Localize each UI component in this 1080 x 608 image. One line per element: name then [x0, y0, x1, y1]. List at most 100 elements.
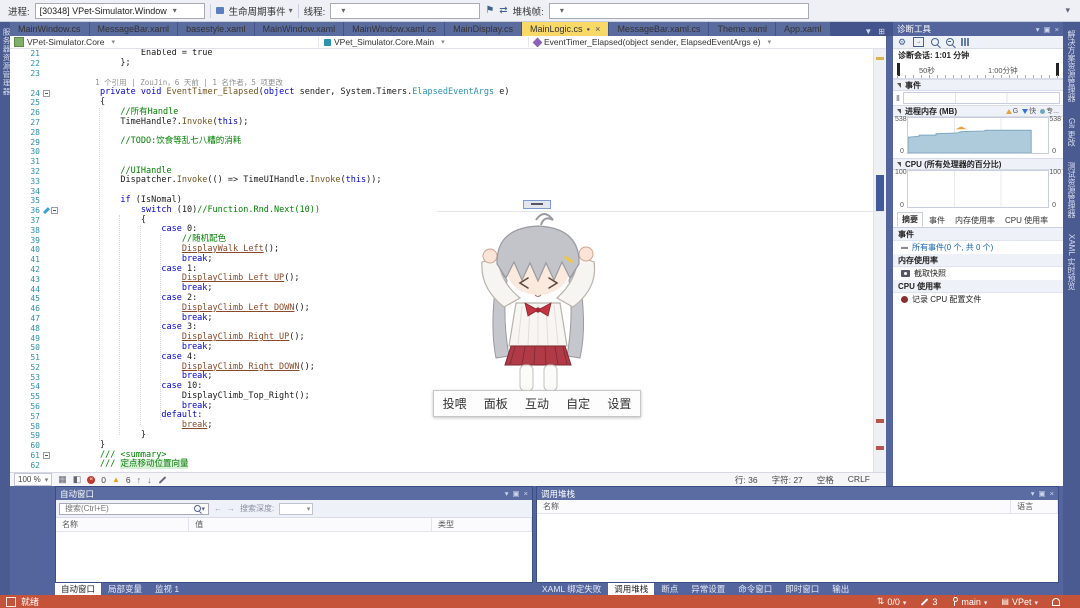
- document-tab[interactable]: MessageBar.xaml: [89, 22, 178, 36]
- document-tab[interactable]: App.xaml: [775, 22, 830, 36]
- line-ending-indicator[interactable]: CRLF: [848, 474, 870, 486]
- panel-tab[interactable]: 即时窗口: [779, 583, 825, 595]
- close-tab-icon[interactable]: [590, 22, 600, 36]
- lifecycle-events-button[interactable]: 生命周期事件: [229, 4, 293, 18]
- search-depth-combo[interactable]: [279, 502, 314, 515]
- forward-icon[interactable]: →: [227, 504, 235, 513]
- document-tab[interactable]: MainDisplay.cs: [445, 22, 522, 36]
- panel-tab[interactable]: 异常设置: [685, 583, 731, 595]
- zoom-out-icon[interactable]: [946, 38, 955, 46]
- column-header[interactable]: 语言: [1011, 500, 1058, 513]
- column-header[interactable]: 类型: [432, 518, 532, 531]
- zoom-in-icon[interactable]: [931, 38, 940, 46]
- events-track-area[interactable]: [902, 92, 1060, 104]
- tab-list-dropdown-icon[interactable]: ▼: [864, 27, 872, 36]
- close-icon[interactable]: ×: [524, 489, 528, 498]
- fold-collapse-icon[interactable]: [51, 207, 58, 215]
- panel-tab[interactable]: 断点: [655, 583, 684, 595]
- fold-collapse-icon[interactable]: [43, 452, 50, 460]
- process-combo[interactable]: [30348] VPet-Simulator.Window: [34, 2, 205, 19]
- prev-issue-icon[interactable]: ↑: [137, 475, 142, 485]
- document-tab[interactable]: Theme.xaml: [709, 22, 775, 36]
- window-menu-icon[interactable]: ▾: [1031, 489, 1035, 498]
- cpu-section-header[interactable]: CPU (所有处理器的百分比): [893, 158, 1063, 170]
- swap-threads-icon[interactable]: ⇄: [499, 5, 507, 16]
- pending-edits-status[interactable]: 3: [920, 597, 937, 607]
- panel-tab[interactable]: 调用堆栈: [608, 583, 655, 595]
- breadcrumb-member[interactable]: EventTimer_Elapsed(object sender, Elapse…: [528, 37, 882, 47]
- diagnostics-tab[interactable]: 内存使用率: [951, 214, 999, 227]
- error-icon[interactable]: [87, 475, 96, 484]
- pet-menu-item[interactable]: 投喂: [443, 395, 467, 412]
- search-input[interactable]: [63, 503, 195, 514]
- toolbar-overflow-icon[interactable]: ▾: [1065, 5, 1070, 16]
- autos-title-bar[interactable]: 自动窗口 ▾ ▣ ×: [56, 487, 532, 500]
- all-events-link[interactable]: ▬ 所有事件(0 个, 共 0 个): [893, 241, 1063, 254]
- git-sync-status[interactable]: ⇅ 0/0: [877, 596, 907, 607]
- search-options-caret-icon[interactable]: ▾: [201, 505, 205, 513]
- column-indicator[interactable]: 字符: 27: [772, 474, 803, 486]
- right-dock-tab[interactable]: 解决方案资源管理器: [1066, 30, 1077, 102]
- warning-icon[interactable]: ▲: [112, 475, 120, 484]
- right-dock-tab[interactable]: 测试资源管理器: [1066, 162, 1077, 218]
- record-cpu-profile-link[interactable]: 记录 CPU 配置文件: [893, 293, 1063, 306]
- pet-menu-item[interactable]: 自定: [566, 395, 590, 412]
- panel-tab[interactable]: 命令窗口: [732, 583, 778, 595]
- line-indicator[interactable]: 行: 36: [735, 474, 758, 486]
- breadcrumb-project[interactable]: VPet-Simulator.Core: [14, 37, 314, 47]
- pin-icon[interactable]: ▣: [1044, 25, 1051, 34]
- document-tab[interactable]: MainWindow.cs: [10, 22, 89, 36]
- next-issue-icon[interactable]: ↓: [147, 475, 152, 485]
- right-dock-tab[interactable]: Git 更改: [1066, 118, 1077, 146]
- pet-character[interactable]: [452, 206, 627, 391]
- grid-icon[interactable]: ▦: [58, 474, 67, 485]
- settings-gear-icon[interactable]: ⚙: [898, 37, 906, 47]
- events-section-header[interactable]: 事件: [893, 79, 1063, 91]
- document-tab[interactable]: MessageBar.xaml.cs: [609, 22, 709, 36]
- close-icon[interactable]: ×: [1055, 25, 1059, 34]
- export-icon[interactable]: →: [913, 37, 925, 47]
- pet-menu-item[interactable]: 面板: [484, 395, 508, 412]
- diagnostics-tab[interactable]: CPU 使用率: [1001, 214, 1052, 227]
- git-repo-status[interactable]: ▤ VPet: [1001, 597, 1038, 607]
- column-header[interactable]: 名称: [537, 500, 1012, 513]
- flag-icon[interactable]: ⚑: [485, 5, 494, 16]
- right-dock-tab[interactable]: XAML 实时预览: [1066, 234, 1077, 290]
- pet-menu-item[interactable]: 互动: [525, 395, 549, 412]
- timeline-ruler[interactable]: 50秒 1:00分钟: [893, 61, 1063, 79]
- spaces-indicator[interactable]: 空格: [817, 474, 834, 486]
- panel-tab[interactable]: 输出: [826, 583, 855, 595]
- column-header[interactable]: 名称: [56, 518, 190, 531]
- document-tab[interactable]: basestyle.xaml: [178, 22, 254, 36]
- stack-frame-combo[interactable]: [548, 2, 809, 19]
- cpu-chart[interactable]: 100 100 0 0: [893, 169, 1063, 209]
- breadcrumb-type[interactable]: VPet_Simulator.Core.Main: [318, 37, 524, 47]
- diagnostic-tools-title-bar[interactable]: 诊断工具 ▾ ▣ ×: [893, 22, 1063, 36]
- column-header[interactable]: 值: [189, 518, 433, 531]
- diagnostics-tab[interactable]: 事件: [925, 214, 949, 227]
- scrollbar-thumb[interactable]: [876, 175, 884, 211]
- panel-tab[interactable]: 自动窗口: [55, 583, 102, 595]
- take-snapshot-link[interactable]: 截取快照: [893, 267, 1063, 280]
- notifications-bell[interactable]: [1052, 597, 1060, 606]
- thread-combo[interactable]: [330, 2, 481, 19]
- window-menu-icon[interactable]: ▾: [1036, 25, 1040, 34]
- memory-section-header[interactable]: 进程内存 (MB) G 快 专...: [893, 105, 1063, 117]
- pet-menu-item[interactable]: 设置: [607, 395, 631, 412]
- panel-tab[interactable]: 局部变量: [102, 583, 148, 595]
- close-icon[interactable]: ×: [1050, 489, 1054, 498]
- document-tab[interactable]: MainLogic.cs: [522, 22, 609, 36]
- memory-chart[interactable]: 538 538 0 0: [893, 116, 1063, 155]
- back-icon[interactable]: ←: [214, 504, 222, 513]
- search-input-box[interactable]: ▾: [59, 502, 209, 515]
- float-window-icon[interactable]: ⊞: [878, 27, 885, 36]
- document-tab[interactable]: MainWindow.xaml.cs: [344, 22, 445, 36]
- chart-select-icon[interactable]: [961, 38, 971, 46]
- diagnostics-tab[interactable]: 摘要: [897, 212, 923, 227]
- zoom-combo[interactable]: 100 %: [14, 473, 53, 486]
- split-icon[interactable]: ◧: [73, 474, 82, 485]
- pin-icon[interactable]: ▣: [1039, 489, 1046, 498]
- window-menu-icon[interactable]: ▾: [505, 489, 509, 498]
- pin-icon[interactable]: ▣: [513, 489, 520, 498]
- document-tab[interactable]: MainWindow.xaml: [254, 22, 344, 36]
